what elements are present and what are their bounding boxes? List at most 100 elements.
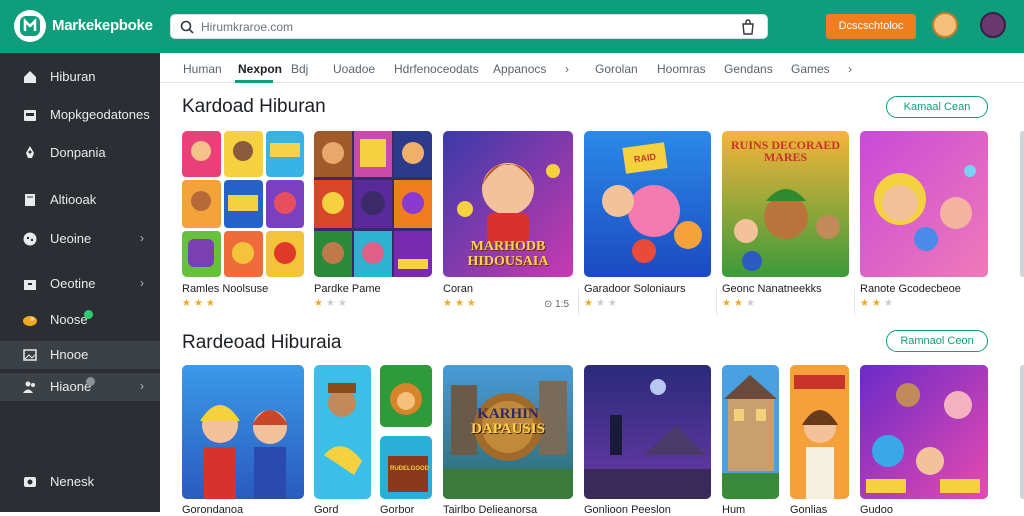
tab-gendans[interactable]: Gendans: [724, 62, 773, 76]
sidebar-item-noose[interactable]: Noose: [0, 306, 160, 334]
game-thumbnail-girl[interactable]: [790, 365, 849, 499]
game-thumbnail-night[interactable]: [584, 365, 711, 499]
app-name: Markekepboke: [52, 17, 153, 34]
card-title[interactable]: Garadoor Soloniaurs: [584, 283, 686, 295]
card-title[interactable]: Coran: [443, 283, 473, 295]
game-thumbnail-party[interactable]: [860, 131, 988, 277]
tabs-scroll-chevron-icon[interactable]: ›: [848, 62, 852, 76]
home-icon: [24, 71, 36, 83]
people-icon: [23, 381, 35, 393]
search-icon: [180, 20, 194, 34]
featured-game-art[interactable]: MARHODB HIDOUSAIA: [443, 131, 573, 277]
game-thumbnail-pirate[interactable]: [314, 365, 371, 499]
sidebar-item-label: Hiburan: [50, 69, 96, 84]
tab-games[interactable]: Games: [791, 62, 830, 76]
card-title[interactable]: Ranote Gcodecbeoe: [860, 283, 961, 295]
sidebar-item-settings[interactable]: Nenesk: [0, 468, 160, 496]
sidebar-item-label: Hnooe: [50, 347, 89, 362]
card-title[interactable]: Pardke Pame: [314, 283, 381, 295]
card-title[interactable]: Gord: [314, 504, 338, 516]
game-thumbnail-poster[interactable]: RUDELGOOD: [380, 436, 432, 499]
tab-bdj[interactable]: Bdj: [291, 62, 308, 76]
star-rating: ★★★: [722, 298, 758, 309]
sidebar-item-label: Noose: [50, 312, 88, 327]
tab-hoomras[interactable]: Hoomras: [657, 62, 706, 76]
star-rating: ★★★: [314, 298, 350, 309]
game-thumbnail-cartoon[interactable]: RAID: [584, 131, 711, 277]
sidebar-item-label: Ueoine: [50, 231, 92, 246]
user-avatar[interactable]: [932, 12, 958, 38]
game-thumbnail-squad[interactable]: [860, 365, 988, 499]
sidebar-item-label: Nenesk: [50, 474, 95, 489]
sidebar-item-rocket[interactable]: Donpania: [0, 139, 160, 167]
sidebar-item-label: Altiooak: [50, 192, 97, 207]
section-title: Rardeoad Hiburaia: [182, 332, 342, 353]
sidebar-item-label: Mopkgeodatones: [50, 107, 150, 122]
card-title[interactable]: Gorbor: [380, 504, 414, 516]
card-title[interactable]: Gonlias: [790, 504, 827, 516]
art-title-line: DAPAUSIS: [471, 421, 545, 437]
top-bar: Markekepboke Hirumkraroe.com Dcscschtolo…: [0, 0, 1024, 53]
tabs-scroll-chevron-icon[interactable]: ›: [565, 62, 569, 76]
see-all-button[interactable]: Ramnaol Ceon: [886, 330, 988, 352]
rocket-icon: [26, 146, 34, 158]
see-all-button[interactable]: Kamaal Cean: [886, 96, 988, 118]
sidebar-item-home[interactable]: Hiburan: [0, 63, 160, 91]
sidebar-item-people[interactable]: Hiaone ›: [0, 373, 160, 401]
art-title-line: RUDELGOOD: [390, 466, 429, 472]
art-title-line: MARHODB: [470, 239, 546, 254]
game-thumbnail-banner[interactable]: RUINS DECORAED MARES: [722, 131, 849, 277]
featured-game-art-2[interactable]: KARHIN DAPAUSIS: [443, 365, 573, 499]
sidebar-item-picture[interactable]: Hnooe: [0, 341, 160, 369]
picture-icon: [23, 349, 37, 361]
storefront-icon: [24, 110, 36, 121]
sidebar-item-label: Donpania: [50, 145, 106, 160]
next-card-peek: [1020, 365, 1024, 499]
card-divider: [854, 289, 855, 315]
shopping-bag-icon[interactable]: [741, 19, 755, 35]
star-badge-icon: [23, 316, 37, 326]
tab-nexpon[interactable]: Nexpon: [238, 62, 282, 76]
notification-badge: [84, 310, 93, 319]
game-thumbnail-heroes[interactable]: [182, 365, 304, 499]
card-title[interactable]: Tairlbo Delieanorsa: [443, 504, 537, 516]
art-title-line: KARHIN: [477, 406, 539, 422]
top-action-button[interactable]: Dcscschtoloc: [826, 14, 916, 39]
search-bar[interactable]: Hirumkraroe.com: [170, 14, 768, 39]
sidebar-item-archive[interactable]: Oeotine ›: [0, 270, 160, 298]
star-rating: ★★★: [443, 298, 479, 309]
app-logo-icon[interactable]: [14, 10, 46, 42]
sidebar-item-book[interactable]: Altiooak: [0, 186, 160, 214]
settings-icon: [24, 477, 36, 487]
search-input[interactable]: Hirumkraroe.com: [201, 20, 293, 34]
game-thumbnail-grid[interactable]: [182, 131, 304, 277]
chevron-right-icon: ›: [140, 276, 144, 290]
card-title[interactable]: Ramles Noolsuse: [182, 283, 268, 295]
game-thumbnail-lion[interactable]: [380, 365, 432, 427]
tab-appanocs[interactable]: Appanocs: [493, 62, 546, 76]
tab-uoadoe[interactable]: Uoadoe: [333, 62, 375, 76]
secondary-avatar[interactable]: [980, 12, 1006, 38]
tab-human[interactable]: Human: [183, 62, 222, 76]
star-rating: ★★★: [860, 298, 896, 309]
chevron-right-icon: ›: [140, 231, 144, 245]
sidebar-item-label: Oeotine: [50, 276, 96, 291]
gamepad-icon: [23, 232, 37, 246]
card-title[interactable]: Gorondanoa: [182, 504, 243, 516]
card-title[interactable]: Hum: [722, 504, 745, 516]
tab-hdrfenoceodats[interactable]: Hdrfenoceodats: [394, 62, 479, 76]
next-card-peek: [1020, 131, 1024, 277]
game-thumbnail-mansion[interactable]: [722, 365, 779, 499]
card-divider: [578, 289, 579, 315]
card-title[interactable]: Geonc Nanatneekks: [722, 283, 822, 295]
card-divider: [716, 289, 717, 315]
sidebar-item-games[interactable]: Ueoine ›: [0, 225, 160, 253]
notification-badge: [86, 377, 95, 386]
sidebar-item-store[interactable]: Mopkgeodatones: [0, 101, 160, 129]
tab-gorolan[interactable]: Gorolan: [595, 62, 638, 76]
archive-icon: [24, 280, 36, 290]
card-title[interactable]: Gonlioon Peeslon: [584, 504, 671, 516]
game-thumbnail-collage[interactable]: [314, 131, 432, 277]
star-rating: ★★★: [584, 298, 620, 309]
card-title[interactable]: Gudoo: [860, 504, 893, 516]
